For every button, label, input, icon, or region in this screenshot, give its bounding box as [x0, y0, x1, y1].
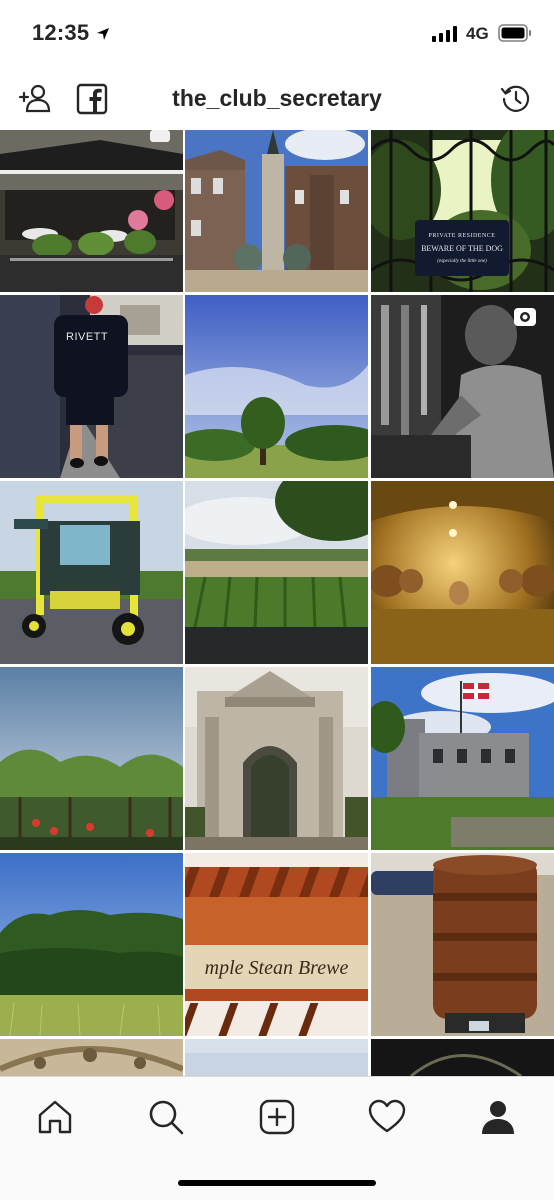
- profile-username: the_club_secretary: [172, 85, 382, 111]
- battery-icon: [498, 24, 532, 47]
- video-icon: [513, 307, 537, 327]
- post-vineyard-rows[interactable]: [185, 481, 368, 664]
- post-grape-vines[interactable]: [0, 667, 183, 850]
- location-arrow-icon: [96, 27, 110, 46]
- shirt-text: RIVETT: [66, 331, 109, 343]
- photo-grid: PRIVATE RESIDENCE BEWARE OF THE DOG (esp…: [0, 130, 554, 1076]
- post-wine-cellar-barrels[interactable]: [371, 481, 554, 664]
- home-icon[interactable]: [33, 1095, 77, 1139]
- brewery-sign-text: mple Stean Brewe: [204, 957, 349, 979]
- profile-icon[interactable]: [476, 1095, 520, 1139]
- post-sky-partial[interactable]: [185, 1039, 368, 1076]
- post-dark-partial[interactable]: [371, 1039, 554, 1076]
- post-castle-with-flag[interactable]: [371, 667, 554, 850]
- post-tree-in-field[interactable]: [185, 295, 368, 478]
- archive-history-icon[interactable]: [497, 80, 535, 118]
- post-ornate-gateway[interactable]: [185, 667, 368, 850]
- status-bar: 12:35 4G: [0, 0, 554, 68]
- gate-sign-line1: PRIVATE RESIDENCE: [428, 232, 496, 239]
- add-post-icon[interactable]: [255, 1095, 299, 1139]
- network-type: 4G: [466, 24, 489, 43]
- post-woodland-meadow[interactable]: [0, 853, 183, 1036]
- status-time: 12:35: [32, 20, 90, 45]
- gate-sign-line2: BEWARE OF THE DOG: [421, 243, 503, 253]
- post-town-square-monument[interactable]: [185, 130, 368, 292]
- post-brewery-sign[interactable]: mple Stean Brewe: [185, 853, 368, 1036]
- heart-icon[interactable]: [365, 1095, 409, 1139]
- post-man-walking-street[interactable]: RIVETT: [0, 295, 183, 478]
- gate-sign-line3: (especially the little one): [437, 258, 487, 264]
- post-gate-sign[interactable]: PRIVATE RESIDENCE BEWARE OF THE DOG (esp…: [371, 130, 554, 292]
- post-vineyard-tractor[interactable]: [0, 481, 183, 664]
- gate-sign-text: PRIVATE RESIDENCE BEWARE OF THE DOG (esp…: [415, 220, 509, 276]
- signal-strength-icon: [432, 26, 458, 47]
- search-icon[interactable]: [144, 1095, 188, 1139]
- post-restaurant-terrace[interactable]: [0, 130, 183, 292]
- home-indicator: [178, 1180, 376, 1186]
- profile-header: the_club_secretary: [0, 68, 554, 130]
- post-ceiling-partial[interactable]: [0, 1039, 183, 1076]
- post-workshop-man[interactable]: [371, 295, 554, 478]
- post-rusty-stove[interactable]: [371, 853, 554, 1036]
